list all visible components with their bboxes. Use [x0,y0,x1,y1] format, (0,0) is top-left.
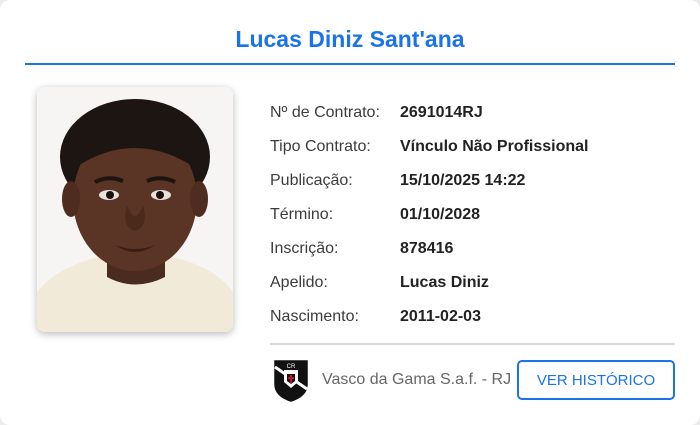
contract-details: Nº de Contrato: 2691014RJ Tipo Contrato:… [270,96,675,334]
player-card: Lucas Diniz Sant'ana Nº de Contrato: 269… [0,0,700,425]
footer-divider [270,343,675,345]
field-nickname: Apelido: Lucas Diniz [270,266,675,300]
club-name: Vasco da Gama S.a.f. - RJ [322,371,512,388]
field-value: 2691014RJ [400,104,483,121]
field-value: 2011-02-03 [400,308,481,325]
field-value: 878416 [400,240,454,257]
field-value: Vínculo Não Profissional [400,138,589,155]
field-label: Tipo Contrato: [270,138,371,155]
field-registration: Inscrição: 878416 [270,232,675,266]
field-contract-number: Nº de Contrato: 2691014RJ [270,96,675,130]
field-label: Inscrição: [270,240,339,257]
player-name-title: Lucas Diniz Sant'ana [235,26,465,52]
player-photo [37,87,233,332]
field-label: Nº de Contrato: [270,104,380,121]
svg-text:CR: CR [287,364,296,370]
field-end-date: Término: 01/10/2028 [270,198,675,232]
field-label: Publicação: [270,172,353,189]
field-value: 01/10/2028 [400,206,481,223]
field-label: Nascimento: [270,308,359,325]
field-label: Apelido: [270,274,328,291]
field-label: Término: [270,206,334,223]
field-value: Lucas Diniz [400,274,489,291]
field-contract-type: Tipo Contrato: Vínculo Não Profissional [270,130,675,164]
vasco-crest-icon: CR [272,358,310,402]
field-birth-date: Nascimento: 2011-02-03 [270,300,675,334]
field-publication: Publicação: 15/10/2025 14:22 [270,164,675,198]
title-divider [25,63,675,65]
field-value: 15/10/2025 14:22 [400,172,526,189]
view-history-button[interactable]: VER HISTÓRICO [517,360,675,400]
